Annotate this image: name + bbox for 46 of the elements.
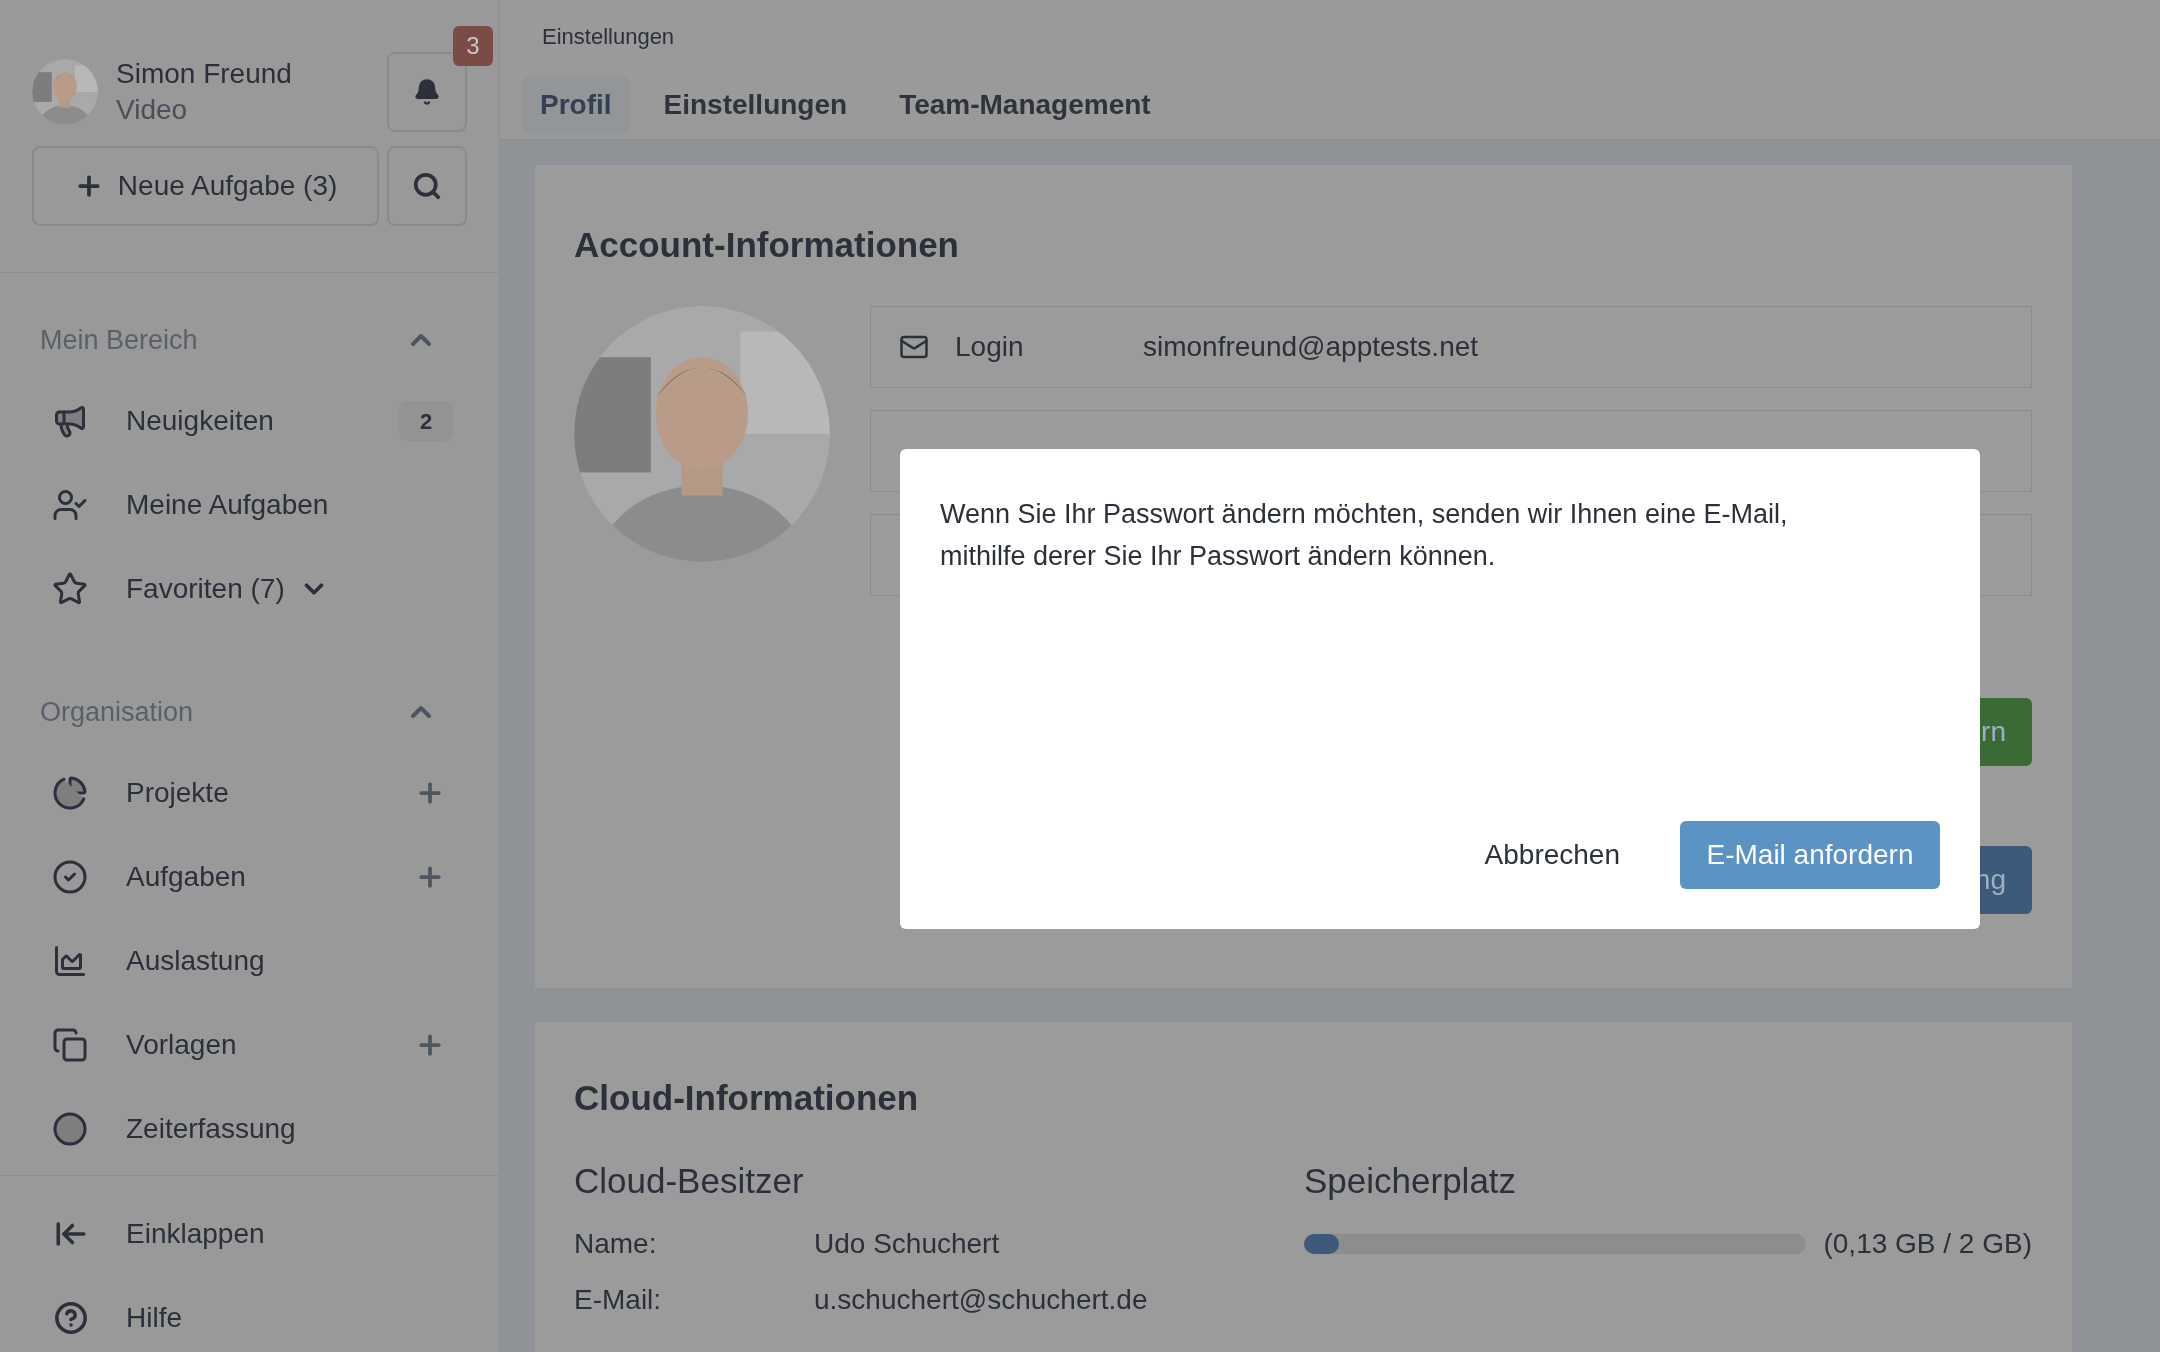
cancel-button[interactable]: Abbrechen <box>1464 821 1640 889</box>
sidebar-item[interactable]: Einklappen <box>126 1213 265 1255</box>
new-task-button[interactable]: Neue Aufgabe (3) <box>32 146 380 226</box>
sidebar-item[interactable]: Vorlagen <box>126 1024 237 1066</box>
section-heading: Cloud-Informationen <box>574 1077 920 1119</box>
user-role: Video <box>116 93 189 127</box>
tab[interactable]: Profil <box>522 77 630 133</box>
sidebar-item[interactable]: Favoriten (7) <box>126 568 285 610</box>
breadcrumb: Einstellungen <box>542 23 676 51</box>
help-icon <box>54 1301 88 1335</box>
owner-value: Udo Schuchert <box>814 1227 1000 1261</box>
count-badge: 2 <box>399 401 453 441</box>
request-email-button[interactable]: E-Mail anfordern <box>1680 821 1940 889</box>
pie-chart-icon <box>52 775 88 811</box>
sidebar-item[interactable]: Meine Aufgaben <box>126 484 329 526</box>
field-value: simonfreund@apptests.net <box>1143 329 1479 364</box>
owner-value: u.schuchert@schuchert.de <box>814 1283 1148 1317</box>
storage-reading: (0,13 GB / 2 GB) <box>1823 1227 2032 1261</box>
search-icon <box>412 171 443 201</box>
section-title: Mein Bereich <box>40 323 198 357</box>
tab[interactable]: Einstellungen <box>645 77 866 133</box>
user-check-icon <box>52 487 88 523</box>
sidebar-item[interactable]: Neuigkeiten <box>126 400 274 442</box>
megaphone-icon <box>52 403 88 439</box>
area-chart-icon <box>52 943 88 979</box>
dialog-message: Wenn Sie Ihr Passwort ändern möchten, senden wir Ihnen eine E-Mail, mithilfe derer Sie Ihr Passwort ändern können. <box>940 498 1789 573</box>
section-heading: Account-Informationen <box>574 224 960 266</box>
star-icon <box>52 571 88 607</box>
documents-icon <box>52 1027 88 1063</box>
user-name: Simon Freund <box>116 57 292 91</box>
notification-badge: 3 <box>453 26 493 66</box>
tab[interactable]: Team-Management <box>881 77 1169 133</box>
sidebar-item[interactable]: Aufgaben <box>126 856 246 898</box>
owner-heading: Cloud-Besitzer <box>574 1159 805 1202</box>
sidebar-item[interactable]: Auslastung <box>126 940 265 982</box>
bell-icon <box>413 78 441 106</box>
search-button[interactable] <box>387 146 467 226</box>
section-title: Organisation <box>40 695 194 729</box>
owner-label: E-Mail: <box>574 1283 663 1317</box>
check-circle-icon <box>52 859 88 895</box>
sidebar-item[interactable]: Hilfe <box>126 1297 182 1339</box>
owner-label: Name: <box>574 1227 658 1261</box>
storage-heading: Speicherplatz <box>1304 1159 1518 1202</box>
field-label: Login <box>955 329 1025 364</box>
sidebar-item[interactable]: Projekte <box>126 772 229 814</box>
sidebar-item[interactable]: Zeiterfassung <box>126 1108 296 1150</box>
